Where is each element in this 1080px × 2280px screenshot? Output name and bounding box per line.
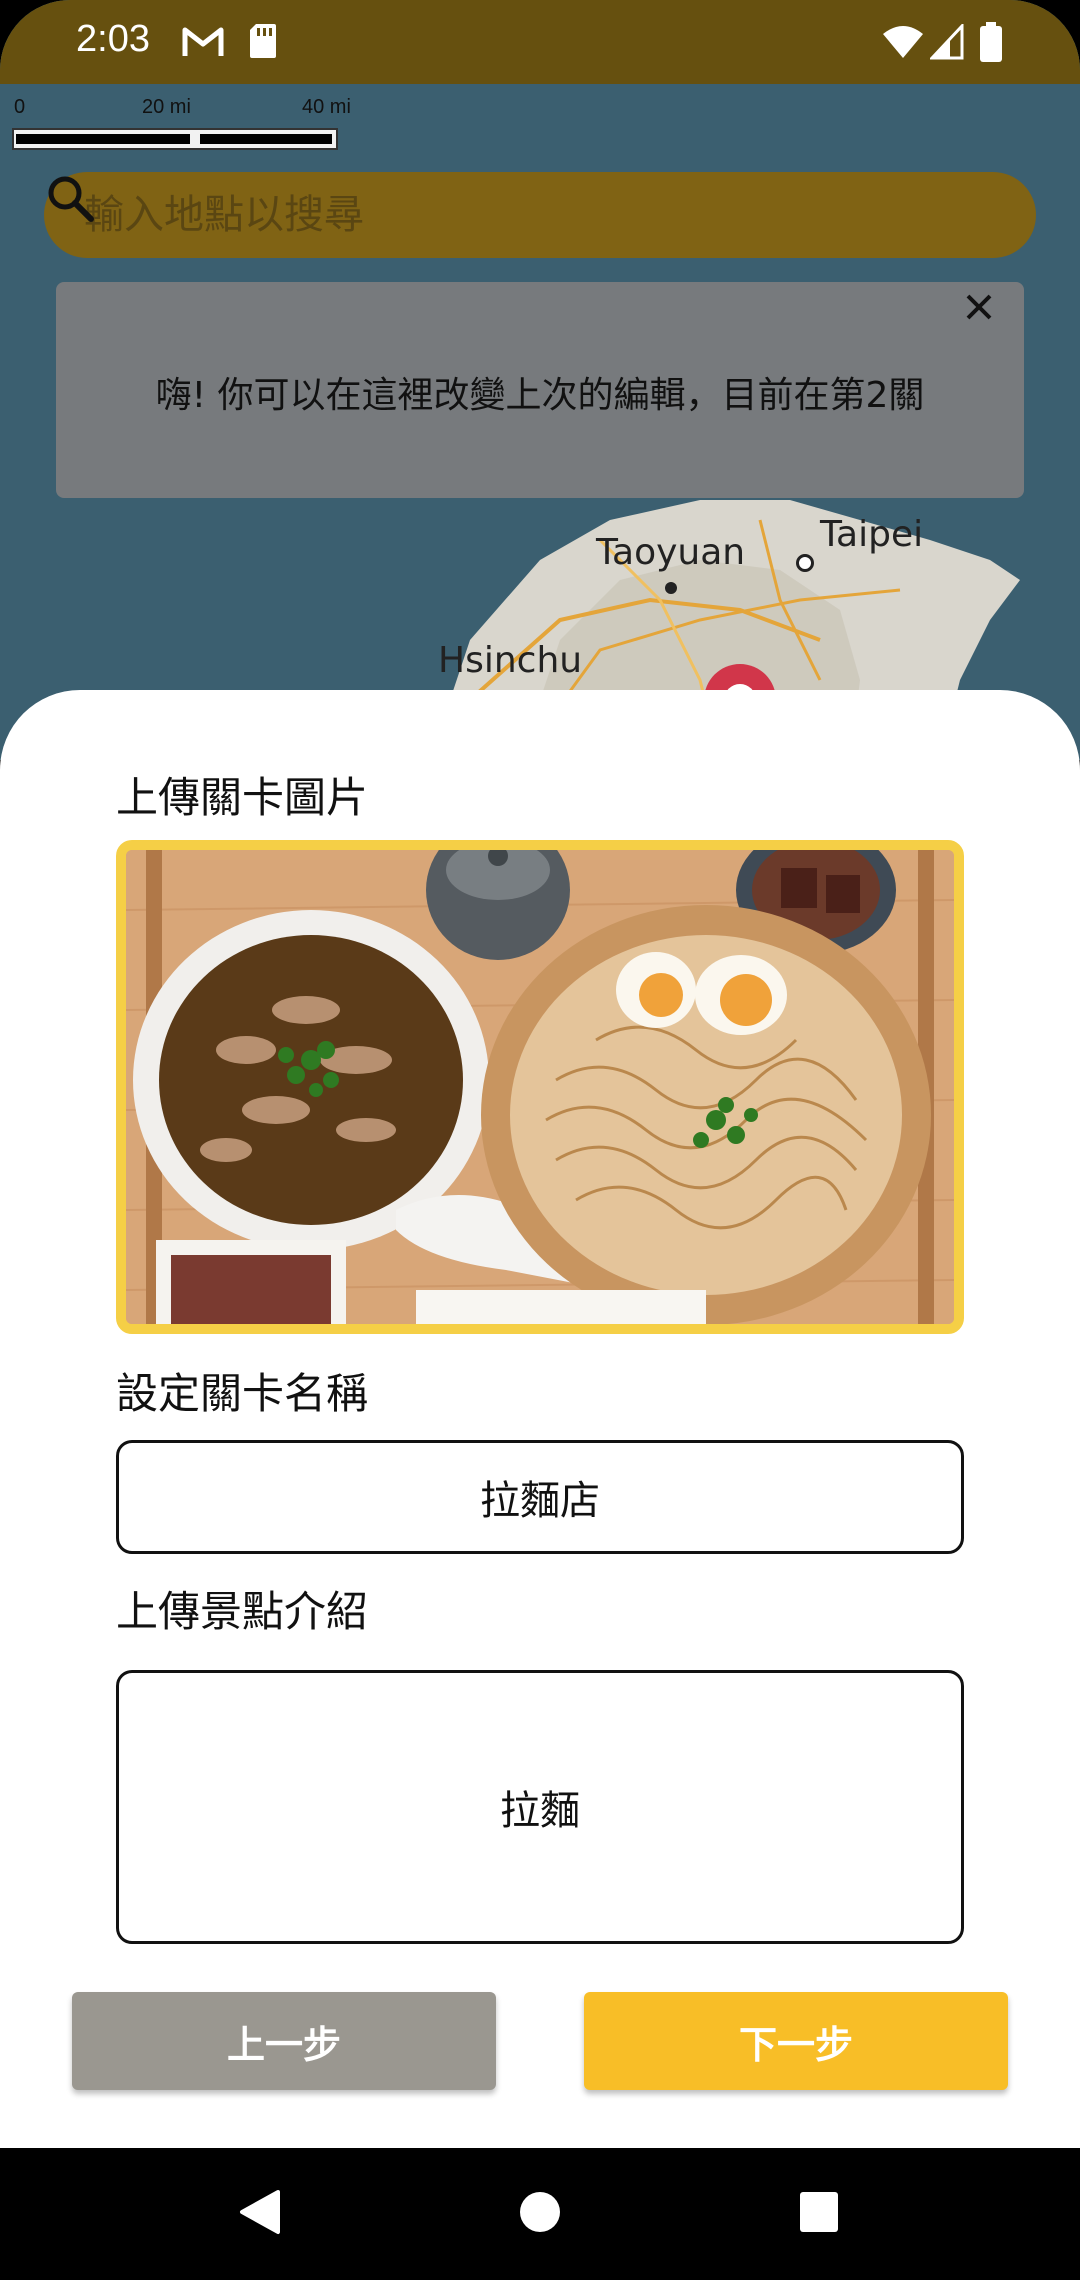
- ramen-photo: [126, 850, 954, 1324]
- search-input[interactable]: [84, 190, 944, 240]
- battery-icon: [980, 22, 1002, 62]
- wifi-icon: [883, 26, 923, 58]
- status-bar: 2:03: [0, 0, 1080, 84]
- sd-card-icon: [250, 24, 276, 58]
- toast-message: 嗨! 你可以在這裡改變上次的編輯，目前在第2關: [155, 375, 925, 416]
- home-icon[interactable]: [518, 2188, 562, 2236]
- map-label-hsinchu: Hsinchu: [438, 640, 583, 681]
- spot-intro-field[interactable]: 拉麵: [116, 1670, 964, 1944]
- cell-signal-icon: [930, 24, 964, 60]
- level-image-upload[interactable]: [116, 840, 964, 1334]
- taoyuan-city-dot: [665, 582, 677, 594]
- map-scale-labels: 0 20 mi 40 mi: [14, 96, 374, 120]
- level-name-label: 設定關卡名稱: [116, 1369, 369, 1418]
- system-nav-bar: [0, 2148, 1080, 2280]
- spot-intro-label: 上傳景點介紹: [116, 1587, 369, 1636]
- map-label-taoyuan: Taoyuan: [596, 532, 746, 573]
- map-label-taipei: Taipei: [820, 514, 924, 555]
- map-scale-bar: [12, 128, 338, 150]
- back-icon[interactable]: [236, 2188, 282, 2236]
- scale-label-0: 0: [14, 96, 26, 118]
- close-icon[interactable]: [964, 292, 1008, 336]
- upload-image-label: 上傳關卡圖片: [116, 773, 369, 822]
- taipei-capital-marker: [796, 554, 814, 572]
- previous-step-button[interactable]: 上一步: [72, 1992, 496, 2090]
- level-name-field[interactable]: 拉麵店: [116, 1440, 964, 1554]
- app-screen: 0 20 mi 40 mi Taoyuan Taipei Hsinchu 輸入地…: [0, 0, 1080, 2280]
- scale-label-20: 20 mi: [142, 96, 191, 118]
- gmail-icon: [182, 27, 224, 56]
- recents-icon[interactable]: [796, 2188, 842, 2236]
- scale-label-40: 40 mi: [302, 96, 351, 118]
- edit-hint-toast: 嗨! 你可以在這裡改變上次的編輯，目前在第2關: [56, 282, 1024, 498]
- map-view[interactable]: 0 20 mi 40 mi Taoyuan Taipei Hsinchu 輸入地…: [0, 0, 1080, 760]
- search-icon[interactable]: [44, 172, 96, 224]
- status-time: 2:03: [76, 18, 150, 60]
- next-step-button[interactable]: 下一步: [584, 1992, 1008, 2090]
- location-search-bar[interactable]: [44, 172, 1036, 258]
- level-editor-sheet: 上傳關卡圖片 設定關卡名稱 拉麵店 上傳景點介紹 拉麵 上一步 下一步: [0, 690, 1080, 2148]
